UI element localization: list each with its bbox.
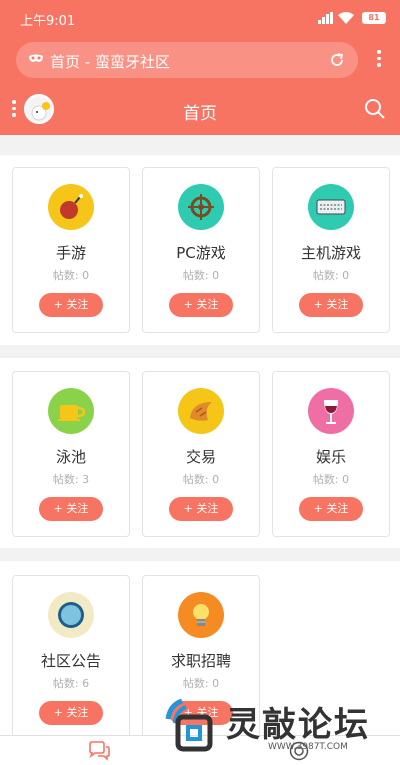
forum-count: 帖数: 0 bbox=[182, 473, 220, 486]
browser-menu-icon[interactable] bbox=[376, 50, 382, 70]
bomb-icon bbox=[48, 184, 94, 230]
follow-button[interactable]: + 关注 bbox=[39, 701, 103, 725]
plate-icon bbox=[48, 592, 94, 638]
forum-name: PC游戏 bbox=[176, 244, 226, 262]
forum-card[interactable]: PC游戏 帖数: 0 + 关注 bbox=[142, 167, 260, 333]
keyboard-icon bbox=[308, 184, 354, 230]
wifi-icon bbox=[338, 12, 354, 24]
forum-card[interactable]: 手游 帖数: 0 + 关注 bbox=[12, 167, 130, 333]
watermark-emblem-icon bbox=[165, 698, 213, 752]
page-title: 首页 bbox=[183, 104, 217, 124]
forum-count: 帖数: 0 bbox=[182, 269, 220, 282]
forum-count: 帖数: 0 bbox=[52, 269, 90, 282]
forum-name: 交易 bbox=[185, 448, 216, 466]
forum-name: 社区公告 bbox=[40, 652, 101, 670]
watermark-text: 灵敲论坛 bbox=[226, 705, 370, 745]
follow-button[interactable]: + 关注 bbox=[169, 497, 233, 521]
croissant-icon bbox=[178, 388, 224, 434]
follow-button[interactable]: + 关注 bbox=[39, 497, 103, 521]
signal-icon bbox=[318, 12, 333, 24]
forum-name: 娱乐 bbox=[315, 448, 346, 466]
address-bar[interactable]: 首页 - 蛮蛮牙社区 bbox=[16, 42, 358, 78]
ship-wheel-icon bbox=[178, 184, 224, 230]
follow-button[interactable]: + 关注 bbox=[299, 293, 363, 317]
forum-card[interactable]: 交易 帖数: 0 + 关注 bbox=[142, 371, 260, 537]
forum-card[interactable]: 泳池 帖数: 3 + 关注 bbox=[12, 371, 130, 537]
follow-button[interactable]: + 关注 bbox=[299, 497, 363, 521]
status-time: 上午9:01 bbox=[20, 14, 76, 29]
status-bar: 上午9:01 81 bbox=[0, 0, 400, 36]
watermark-logo: 灵敲论坛 WWW.3987T.COM bbox=[162, 693, 398, 759]
forum-card[interactable]: 社区公告 帖数: 6 + 关注 bbox=[12, 575, 130, 741]
chat-icon[interactable] bbox=[88, 741, 110, 761]
nav-row: 首页 bbox=[0, 88, 400, 133]
follow-button[interactable]: + 关注 bbox=[39, 293, 103, 317]
battery-icon: 81 bbox=[362, 12, 386, 24]
search-icon[interactable] bbox=[364, 98, 386, 120]
forum-card[interactable]: 娱乐 帖数: 0 + 关注 bbox=[272, 371, 390, 537]
forum-name: 求职招聘 bbox=[170, 652, 231, 670]
forum-count: 帖数: 0 bbox=[182, 677, 220, 690]
wine-glass-icon bbox=[308, 388, 354, 434]
forum-count: 帖数: 0 bbox=[312, 473, 350, 486]
forum-card[interactable]: 主机游戏 帖数: 0 + 关注 bbox=[272, 167, 390, 333]
address-text: 首页 - 蛮蛮牙社区 bbox=[50, 53, 170, 71]
app-header: 上午9:01 81 首页 - 蛮蛮牙社区 首页 bbox=[0, 0, 400, 135]
forum-count: 帖数: 0 bbox=[312, 269, 350, 282]
watermark-url: WWW.3987T.COM bbox=[268, 742, 348, 752]
reload-icon[interactable] bbox=[328, 51, 346, 69]
forum-name: 手游 bbox=[55, 244, 86, 262]
forum-name: 泳池 bbox=[55, 448, 86, 466]
forum-count: 帖数: 6 bbox=[52, 677, 90, 690]
lightbulb-icon bbox=[178, 592, 224, 638]
cup-icon bbox=[48, 388, 94, 434]
follow-button[interactable]: + 关注 bbox=[169, 293, 233, 317]
forum-count: 帖数: 3 bbox=[52, 473, 90, 486]
forum-name: 主机游戏 bbox=[300, 244, 361, 262]
mask-icon bbox=[29, 54, 43, 62]
